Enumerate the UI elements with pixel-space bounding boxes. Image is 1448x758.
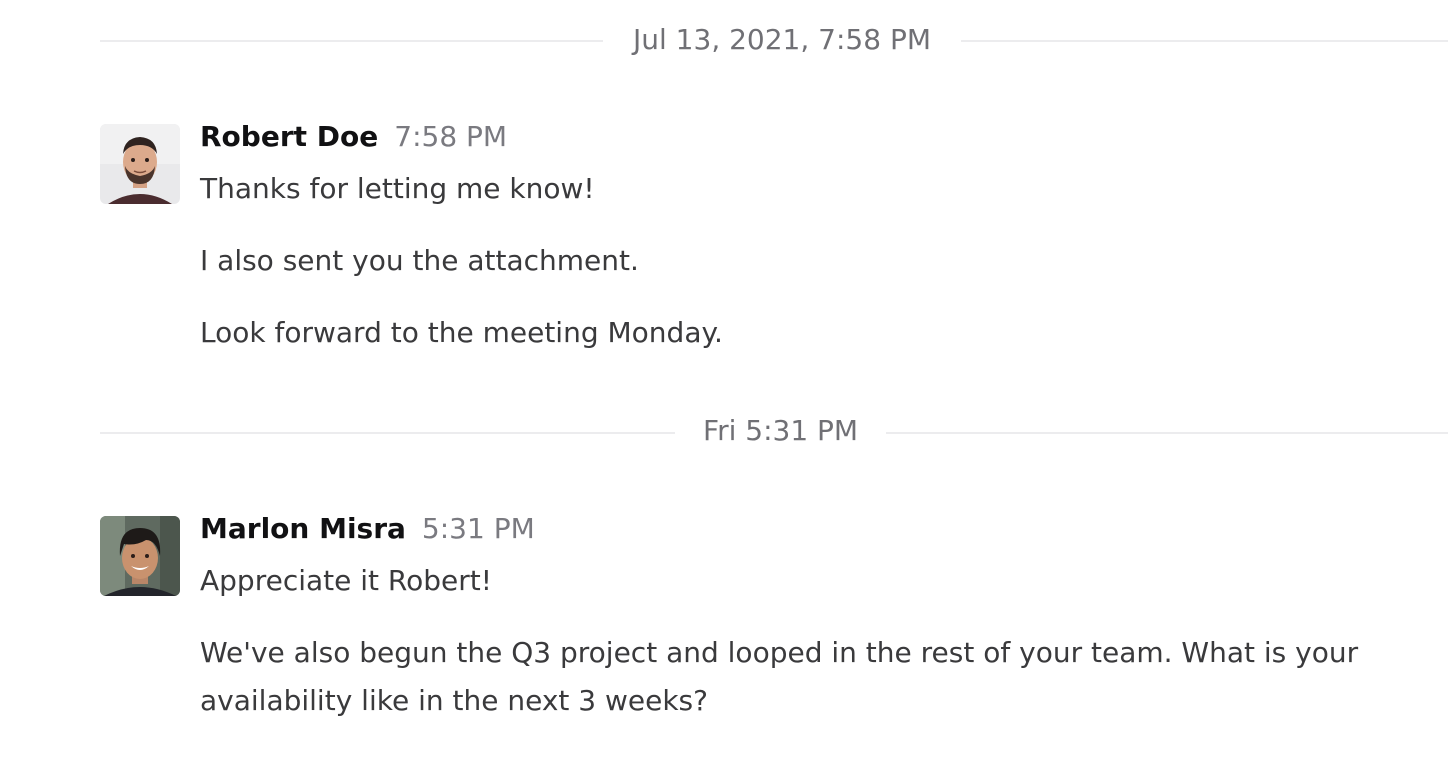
message-text: We've also begun the Q3 project and loop… <box>200 636 1359 717</box>
person-avatar-icon <box>100 516 180 596</box>
date-divider-label: Fri 5:31 PM <box>675 411 887 451</box>
author-name[interactable]: Marlon Misra <box>200 512 406 545</box>
message-text: Appreciate it Robert! <box>200 564 492 597</box>
author-name[interactable]: Robert Doe <box>200 120 378 153</box>
message-text: Thanks for letting me know! <box>200 172 595 205</box>
avatar[interactable] <box>100 124 180 204</box>
avatar[interactable] <box>100 516 180 596</box>
message-text: Look forward to the meeting Monday. <box>200 316 723 349</box>
message-text: I also sent you the attachment. <box>200 244 639 277</box>
message-header: Robert Doe 7:58 PM <box>200 117 507 161</box>
date-divider-label: Jul 13, 2021, 7:58 PM <box>603 20 961 60</box>
message-header: Marlon Misra 5:31 PM <box>200 509 535 553</box>
person-avatar-icon <box>100 124 180 204</box>
message-time[interactable]: 7:58 PM <box>394 120 507 153</box>
message-time[interactable]: 5:31 PM <box>422 512 535 545</box>
